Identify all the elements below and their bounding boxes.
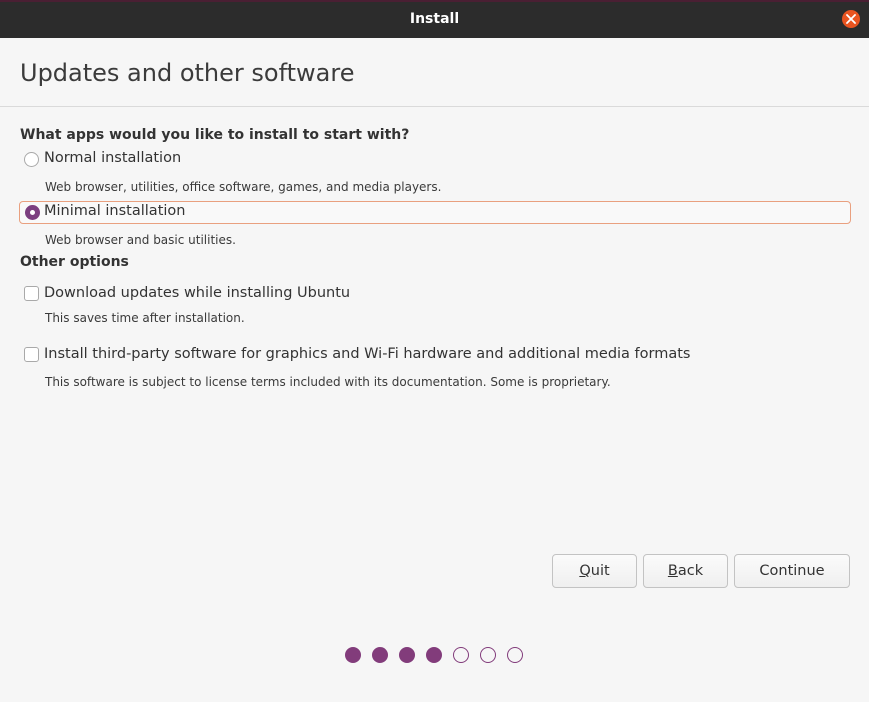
apps-section-heading: What apps would you like to install to s…: [20, 127, 410, 143]
back-label-rest: ack: [677, 563, 704, 579]
back-mnemonic: B: [667, 563, 678, 579]
window-titlebar: Install: [0, 0, 869, 38]
progress-dot-complete: [345, 647, 361, 663]
header-divider: [0, 106, 869, 107]
page-title: Updates and other software: [20, 59, 355, 87]
normal-installation-description: Web browser, utilities, office software,…: [45, 180, 442, 194]
progress-dot-complete: [399, 647, 415, 663]
progress-dot-pending: [507, 647, 523, 663]
quit-mnemonic: Q: [579, 563, 591, 579]
back-button[interactable]: Back: [643, 554, 728, 588]
window-title: Install: [409, 11, 460, 27]
minimal-installation-description: Web browser and basic utilities.: [45, 233, 236, 247]
quit-label-rest: uit: [590, 563, 610, 579]
progress-dot-pending: [480, 647, 496, 663]
minimal-installation-radio[interactable]: Minimal installation: [19, 201, 851, 224]
normal-installation-label[interactable]: Normal installation: [44, 150, 181, 166]
quit-button[interactable]: Quit: [552, 554, 637, 588]
other-options-heading: Other options: [20, 254, 129, 270]
continue-label: Continue: [759, 563, 825, 579]
download-updates-label[interactable]: Download updates while installing Ubuntu: [44, 285, 350, 301]
checkbox-unchecked[interactable]: [24, 347, 39, 362]
radio-button-unchecked[interactable]: [24, 152, 39, 167]
download-updates-description: This saves time after installation.: [45, 311, 245, 325]
progress-dot-complete: [426, 647, 442, 663]
progress-dot-complete: [372, 647, 388, 663]
close-icon: [846, 14, 856, 24]
third-party-software-description: This software is subject to license term…: [45, 375, 611, 389]
close-button[interactable]: [842, 10, 860, 28]
third-party-software-label[interactable]: Install third-party software for graphic…: [44, 346, 690, 362]
continue-button[interactable]: Continue: [734, 554, 850, 588]
radio-button-checked[interactable]: [25, 205, 40, 220]
checkbox-unchecked[interactable]: [24, 286, 39, 301]
normal-installation-radio[interactable]: Normal installation: [19, 149, 851, 172]
progress-dot-pending: [453, 647, 469, 663]
minimal-installation-label[interactable]: Minimal installation: [44, 203, 185, 219]
